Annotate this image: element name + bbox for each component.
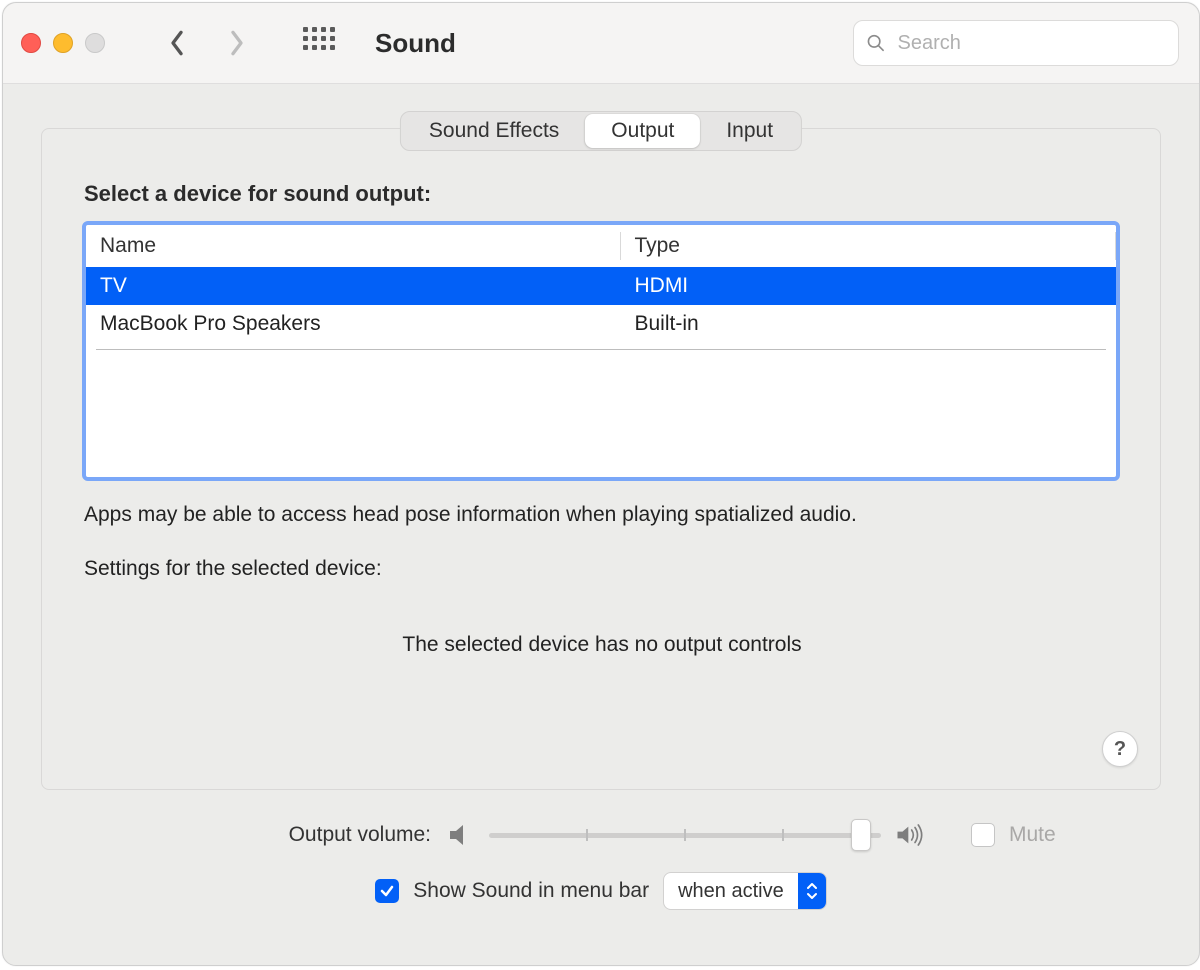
volume-min-icon <box>445 820 475 850</box>
device-name: TV <box>86 274 620 298</box>
show-all-prefs-button[interactable] <box>303 27 335 59</box>
bottom-controls: Output volume: Mute <box>41 790 1161 910</box>
table-rule <box>96 349 1106 350</box>
col-header-type[interactable]: Type <box>620 234 1115 258</box>
tab-sound-effects[interactable]: Sound Effects <box>403 114 585 148</box>
menubar-row: Show Sound in menu bar when active <box>81 872 1121 910</box>
back-button[interactable] <box>163 29 191 57</box>
device-row-macbook-speakers[interactable]: MacBook Pro Speakers Built-in <box>86 305 1116 343</box>
chevron-right-icon <box>229 29 245 57</box>
mute-checkbox[interactable] <box>971 823 995 847</box>
help-button[interactable]: ? <box>1102 731 1138 767</box>
tab-output[interactable]: Output <box>585 114 700 148</box>
zoom-window-button[interactable] <box>85 33 105 53</box>
close-window-button[interactable] <box>21 33 41 53</box>
spatial-audio-privacy-note: Apps may be able to access head pose inf… <box>84 503 1120 527</box>
device-row-tv[interactable]: TV HDMI <box>86 267 1116 305</box>
volume-max-icon <box>895 820 925 850</box>
mute-label: Mute <box>1009 823 1056 847</box>
select-stepper-icon <box>798 873 826 909</box>
output-panel: Sound Effects Output Input Select a devi… <box>41 128 1161 790</box>
search-input[interactable] <box>896 31 1166 56</box>
chevron-left-icon <box>169 29 185 57</box>
settings-for-device-label: Settings for the selected device: <box>84 557 1120 581</box>
tab-segmented-control: Sound Effects Output Input <box>400 111 802 151</box>
panel-area: Sound Effects Output Input Select a devi… <box>3 84 1199 965</box>
output-device-table[interactable]: Name Type TV HDMI MacBook Pro Speakers B… <box>82 221 1120 481</box>
search-icon <box>866 32 886 54</box>
select-output-device-heading: Select a device for sound output: <box>84 181 1120 207</box>
device-type: Built-in <box>620 312 1116 336</box>
window-controls <box>21 33 135 53</box>
select-value: when active <box>664 880 798 903</box>
col-header-name[interactable]: Name <box>86 234 620 258</box>
minimize-window-button[interactable] <box>53 33 73 53</box>
tab-input[interactable]: Input <box>700 114 799 148</box>
no-output-controls-text: The selected device has no output contro… <box>84 633 1120 657</box>
output-volume-label: Output volume: <box>261 823 431 847</box>
checkmark-icon <box>379 883 395 899</box>
menubar-visibility-select[interactable]: when active <box>663 872 827 910</box>
forward-button[interactable] <box>223 29 251 57</box>
sound-prefpane-window: Sound Sound Effects Output Input Select … <box>2 2 1200 966</box>
nav-arrows <box>145 29 271 57</box>
question-mark-icon: ? <box>1114 738 1126 761</box>
search-field-wrap[interactable] <box>853 20 1179 66</box>
titlebar: Sound <box>3 3 1199 84</box>
output-volume-row: Output volume: Mute <box>81 820 1121 850</box>
show-sound-menubar-checkbox[interactable] <box>375 879 399 903</box>
table-header: Name Type <box>86 225 1116 267</box>
slider-knob[interactable] <box>851 819 871 851</box>
show-sound-menubar-label: Show Sound in menu bar <box>413 879 649 903</box>
page-title: Sound <box>375 28 456 59</box>
col-divider <box>1115 232 1116 260</box>
output-volume-slider[interactable] <box>489 820 881 850</box>
device-name: MacBook Pro Speakers <box>86 312 620 336</box>
device-type: HDMI <box>620 274 1116 298</box>
